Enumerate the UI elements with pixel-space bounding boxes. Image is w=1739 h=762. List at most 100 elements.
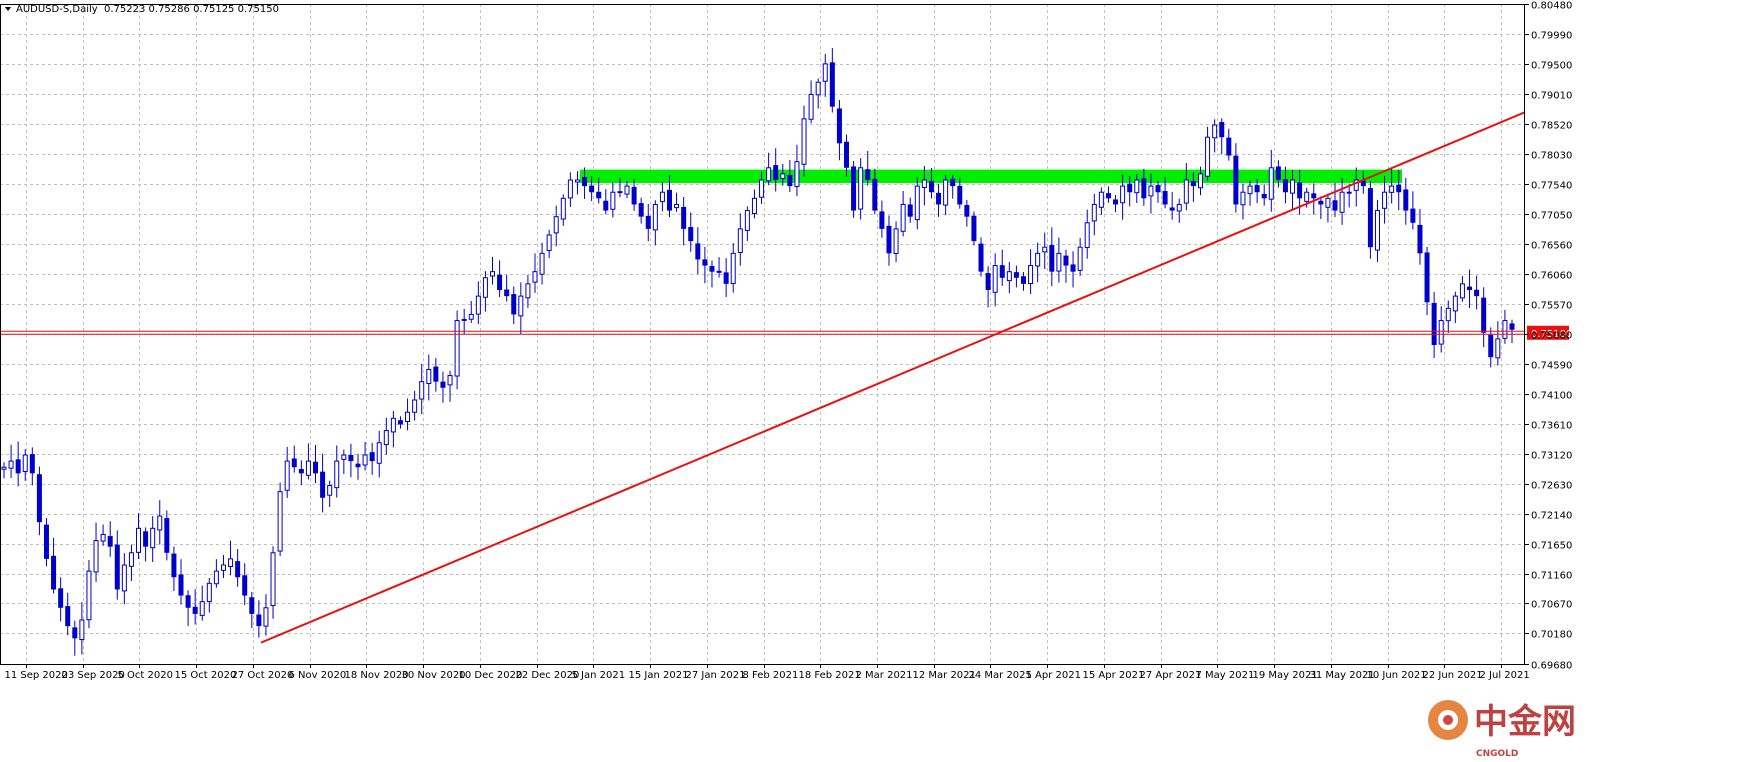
candle-body-bear [1226, 137, 1232, 156]
y-tick-label: 0.78030 [1531, 151, 1572, 162]
candle-body-bear [773, 165, 779, 180]
candle-body-bull [624, 185, 630, 195]
candle-body-bear [829, 62, 835, 107]
candle-body-bull [1, 466, 7, 470]
y-tick-label: 0.75570 [1531, 301, 1572, 312]
candle-body-bull [376, 442, 382, 464]
candle-body-bull [553, 216, 559, 234]
candle-body-bull [362, 454, 368, 466]
x-tick-label: 10 Dec 2020 [459, 670, 523, 681]
y-tick-label: 0.77050 [1531, 211, 1572, 222]
candle-body-bear [1155, 185, 1161, 193]
candle-body-bull [1445, 307, 1451, 322]
candle-body-bear [603, 200, 609, 211]
candle-body-bull [8, 460, 14, 469]
candle-body-bull [1495, 338, 1501, 359]
candlestick-chart: 0.75100 0.804800.799900.795000.790100.78… [0, 0, 1739, 762]
candle-body-bull [79, 619, 85, 641]
candle-body-bull [759, 179, 765, 198]
candle-body-bull [659, 191, 665, 203]
x-tick-label: 27 Jan 2021 [686, 670, 746, 681]
y-tick-label: 0.70180 [1531, 630, 1572, 641]
candle-body-bull [610, 191, 616, 210]
candle-body-bull [136, 527, 142, 553]
candle-body-bear [114, 544, 120, 590]
y-tick-label: 0.70670 [1531, 600, 1572, 611]
candle-body-bull [228, 558, 234, 568]
candle-body-bull [22, 454, 28, 472]
y-tick-label: 0.74100 [1531, 391, 1572, 402]
candle-body-bull [334, 460, 340, 489]
candle-body-bear [978, 243, 984, 272]
candle-body-bull [1120, 185, 1126, 204]
y-tick-label: 0.79500 [1531, 61, 1572, 72]
candle-body-bull [1056, 252, 1062, 272]
candle-body-bear [645, 215, 651, 229]
candle-body-bull [390, 417, 396, 433]
candle-body-bear [1282, 179, 1288, 193]
candle-body-bull [766, 167, 772, 182]
candle-body-bear [313, 461, 319, 474]
candle-body-bull [93, 540, 99, 573]
candle-body-bear [1410, 208, 1416, 223]
candle-body-bear [178, 574, 184, 596]
y-tick-label: 0.80480 [1531, 1, 1572, 12]
candle-body-bear [1488, 334, 1494, 358]
candle-body-bear [1254, 185, 1260, 193]
candle-body-bear [1063, 255, 1069, 266]
candle-body-bear [171, 553, 177, 578]
candle-body-bull [518, 295, 524, 317]
x-tick-label: 5 Apr 2021 [1026, 670, 1081, 681]
candle-body-bull [1028, 265, 1034, 285]
candle-body-bear [348, 454, 354, 462]
candle-body-bear [702, 259, 708, 266]
candle-body-bear [1105, 193, 1111, 199]
candle-body-bull [943, 179, 949, 206]
candle-body-bear [1424, 252, 1430, 303]
candle-body-bear [851, 166, 857, 211]
candle-body-bull [567, 179, 573, 199]
candle-body-bear [688, 226, 694, 242]
candle-body-bear [964, 205, 970, 217]
candle-body-bull [454, 320, 460, 377]
candle-body-bull [1035, 252, 1041, 267]
candle-body-bear [1020, 276, 1026, 284]
candle-body-bear [1275, 166, 1281, 180]
candle-body-bear [107, 536, 113, 547]
candle-body-bear [985, 273, 991, 290]
candle-body-bear [511, 294, 517, 315]
x-tick-label: 8 Feb 2021 [743, 670, 799, 681]
candle-body-bear [865, 169, 871, 180]
y-tick-label: 0.76060 [1531, 271, 1572, 282]
x-tick-label: 12 Mar 2021 [913, 670, 976, 681]
candle-body-bull [801, 118, 807, 165]
candle-body-bear [1417, 224, 1423, 254]
candle-body-bear [1013, 272, 1019, 278]
candle-body-bear [617, 191, 623, 194]
x-tick-label: 19 May 2021 [1253, 670, 1318, 681]
x-tick-label: 27 Apr 2021 [1140, 670, 1202, 681]
candle-body-bear [1509, 323, 1515, 330]
candle-body-bull [560, 197, 566, 220]
x-tick-label: 6 Nov 2020 [289, 670, 347, 681]
candle-body-bear [1467, 286, 1473, 290]
candle-body-bear [950, 178, 956, 187]
candle-body-bear [1396, 184, 1402, 193]
candle-body-bull [1205, 136, 1211, 177]
candle-body-bear [1431, 302, 1437, 345]
candle-body-bear [397, 420, 403, 425]
candle-body-bull [1183, 179, 1189, 204]
candle-body-bull [341, 454, 347, 460]
candle-body-bear [1311, 193, 1317, 199]
candle-body-bear [1190, 181, 1196, 187]
candle-body-bull [1502, 320, 1508, 339]
chart-background [0, 0, 1739, 762]
candle-body-bull [1176, 203, 1182, 212]
candle-body-bear [1113, 199, 1119, 205]
candle-body-bull [808, 93, 814, 120]
x-tick-label: 31 May 2021 [1310, 670, 1375, 681]
candle-body-bull [383, 430, 389, 446]
candle-body-bear [440, 381, 446, 388]
y-tick-label: 0.74590 [1531, 361, 1572, 372]
candle-body-bear [907, 204, 913, 217]
